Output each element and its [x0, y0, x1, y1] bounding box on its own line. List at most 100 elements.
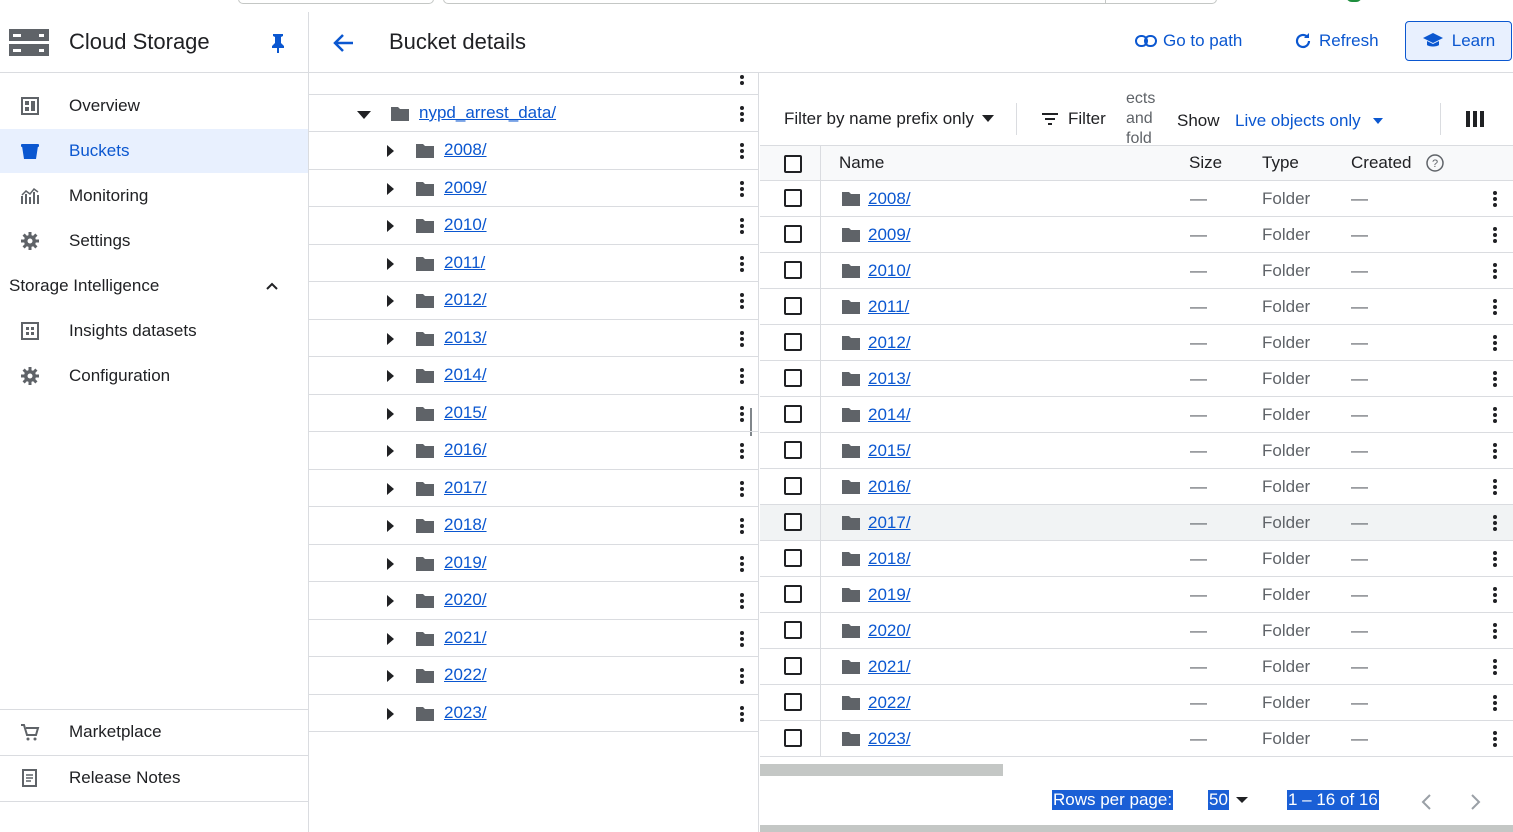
expand-arrow-icon[interactable] — [387, 632, 394, 645]
column-header-name[interactable]: Name — [839, 153, 884, 173]
expand-arrow-icon[interactable] — [387, 145, 394, 157]
tree-folder-link[interactable]: 2013/ — [444, 328, 487, 348]
more-vert-icon[interactable] — [1490, 549, 1500, 569]
object-name-link[interactable]: 2011/ — [868, 297, 909, 317]
help-icon[interactable]: ? — [1426, 154, 1444, 172]
more-vert-icon[interactable] — [1490, 297, 1500, 317]
table-row[interactable]: 2017/ — Folder — — [760, 505, 1513, 541]
bottom-scrollbar[interactable] — [760, 825, 1513, 832]
expand-arrow-icon[interactable] — [387, 220, 394, 232]
expand-arrow-icon[interactable] — [387, 482, 394, 495]
chevron-right-icon[interactable] — [1468, 792, 1484, 812]
expand-arrow-icon[interactable] — [387, 557, 394, 570]
column-header-type[interactable]: Type — [1262, 153, 1299, 173]
nav-item-buckets[interactable]: Buckets — [0, 129, 308, 173]
refresh-button[interactable]: Refresh — [1293, 31, 1379, 51]
rows-per-page-select[interactable]: 50 — [1208, 790, 1229, 810]
row-checkbox[interactable] — [784, 297, 802, 315]
row-checkbox[interactable] — [784, 693, 802, 711]
more-vert-icon[interactable] — [1490, 513, 1500, 533]
object-name-link[interactable]: 2010/ — [868, 261, 911, 281]
nav-item-monitoring[interactable]: Monitoring — [0, 174, 308, 218]
more-vert-icon[interactable] — [737, 704, 747, 724]
dropdown-arrow-icon[interactable] — [1236, 797, 1248, 803]
more-vert-icon[interactable] — [1490, 621, 1500, 641]
nav-item-insights-datasets[interactable]: Insights datasets — [0, 309, 308, 353]
more-vert-icon[interactable] — [1490, 225, 1500, 245]
object-name-link[interactable]: 2019/ — [868, 585, 911, 605]
horizontal-scrollbar[interactable] — [760, 764, 1003, 776]
tree-folder-link[interactable]: 2021/ — [444, 628, 487, 648]
more-vert-icon[interactable] — [1490, 333, 1500, 353]
tree-folder-link[interactable]: 2009/ — [444, 178, 487, 198]
row-checkbox[interactable] — [784, 333, 802, 351]
tree-folder-link[interactable]: 2019/ — [444, 553, 487, 573]
table-row[interactable]: 2020/ — Folder — — [760, 613, 1513, 649]
more-vert-icon[interactable] — [737, 141, 747, 161]
expand-arrow-icon[interactable] — [387, 257, 394, 270]
row-checkbox[interactable] — [784, 729, 802, 747]
object-name-link[interactable]: 2017/ — [868, 513, 911, 533]
more-vert-icon[interactable] — [1490, 585, 1500, 605]
column-display-icon[interactable] — [1466, 111, 1484, 127]
nav-item-release-notes[interactable]: Release Notes — [0, 756, 308, 800]
object-name-link[interactable]: 2009/ — [868, 225, 911, 245]
tree-folder-link[interactable]: 2014/ — [444, 365, 487, 385]
more-vert-icon[interactable] — [737, 666, 747, 686]
nav-item-overview[interactable]: Overview — [0, 84, 308, 128]
more-vert-icon[interactable] — [1490, 261, 1500, 281]
expand-arrow-icon[interactable] — [387, 520, 394, 532]
object-name-link[interactable]: 2014/ — [868, 405, 911, 425]
tree-folder-link[interactable]: 2018/ — [444, 515, 487, 535]
tree-folder-row[interactable]: 2023/ — [309, 695, 758, 733]
more-vert-icon[interactable] — [737, 329, 747, 349]
back-arrow-icon[interactable] — [331, 30, 357, 56]
table-row[interactable]: 2016/ — Folder — — [760, 469, 1513, 505]
chevron-up-icon[interactable] — [264, 278, 280, 294]
expand-arrow-icon[interactable] — [387, 295, 394, 307]
learn-button[interactable]: Learn — [1405, 21, 1512, 61]
go-to-path-button[interactable]: Go to path — [1135, 31, 1242, 51]
filter-prefix-dropdown[interactable]: Filter by name prefix only — [784, 109, 994, 129]
tree-folder-link[interactable]: 2022/ — [444, 665, 487, 685]
object-name-link[interactable]: 2021/ — [868, 657, 911, 677]
tree-folder-row[interactable]: 2015/ — [309, 395, 758, 433]
nav-item-configuration[interactable]: Configuration — [0, 354, 308, 398]
table-row[interactable]: 2015/ — Folder — — [760, 433, 1513, 469]
object-name-link[interactable]: 2020/ — [868, 621, 911, 641]
object-name-link[interactable]: 2013/ — [868, 369, 911, 389]
tree-folder-row[interactable]: 2009/ — [309, 170, 758, 208]
tree-folder-link[interactable]: 2017/ — [444, 478, 487, 498]
tree-root-link[interactable]: nypd_arrest_data/ — [419, 103, 556, 123]
tree-folder-row[interactable]: 2020/ — [309, 582, 758, 620]
more-vert-icon[interactable] — [737, 179, 747, 199]
tree-folder-row[interactable]: 2011/ — [309, 245, 758, 283]
more-vert-icon[interactable] — [1490, 441, 1500, 461]
tree-folder-link[interactable]: 2020/ — [444, 590, 487, 610]
more-vert-icon[interactable] — [1490, 369, 1500, 389]
row-checkbox[interactable] — [784, 657, 802, 675]
more-vert-icon[interactable] — [737, 104, 747, 124]
more-vert-icon[interactable] — [1490, 189, 1500, 209]
column-header-created[interactable]: Created — [1351, 153, 1411, 173]
object-name-link[interactable]: 2023/ — [868, 729, 911, 749]
row-checkbox[interactable] — [784, 369, 802, 387]
tree-folder-link[interactable]: 2008/ — [444, 140, 487, 160]
expand-arrow-icon[interactable] — [387, 370, 394, 382]
tree-folder-row[interactable]: 2018/ — [309, 507, 758, 545]
chevron-left-icon[interactable] — [1418, 792, 1434, 812]
tree-folder-link[interactable]: 2010/ — [444, 215, 487, 235]
more-vert-icon[interactable] — [737, 591, 747, 611]
more-vert-icon[interactable] — [737, 216, 747, 236]
nav-item-marketplace[interactable]: Marketplace — [0, 710, 308, 754]
more-vert-icon[interactable] — [737, 629, 747, 649]
object-name-link[interactable]: 2012/ — [868, 333, 911, 353]
table-row[interactable]: 2019/ — Folder — — [760, 577, 1513, 613]
row-checkbox[interactable] — [784, 513, 802, 531]
table-row[interactable]: 2021/ — Folder — — [760, 649, 1513, 685]
expand-arrow-icon[interactable] — [387, 445, 394, 457]
more-vert-icon[interactable] — [1490, 729, 1500, 749]
table-row[interactable]: 2018/ — Folder — — [760, 541, 1513, 577]
filter-button[interactable]: Filter — [1042, 109, 1106, 129]
show-objects-dropdown[interactable]: Live objects only — [1235, 111, 1383, 131]
